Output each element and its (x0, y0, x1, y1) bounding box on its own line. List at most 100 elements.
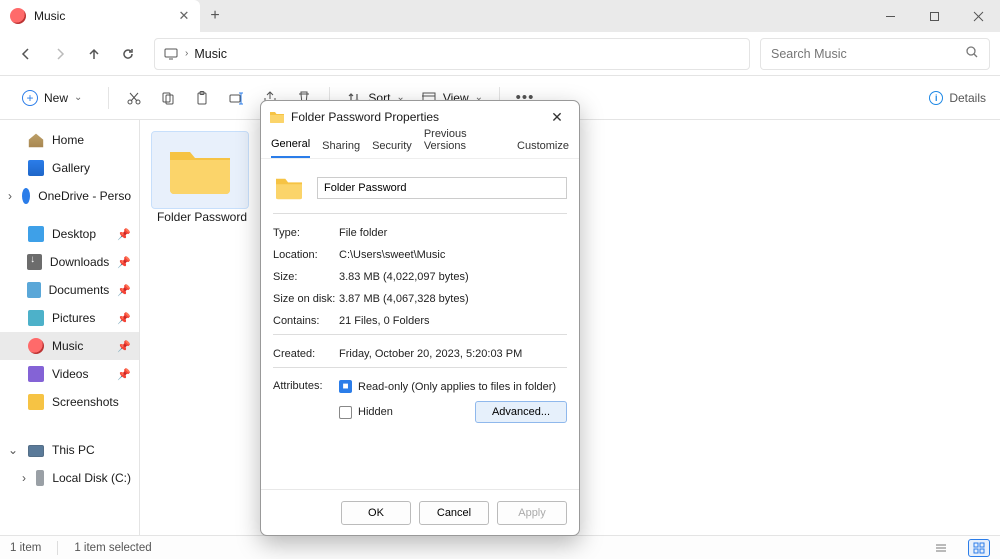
readonly-label: Read-only (Only applies to files in fold… (358, 381, 556, 393)
folder-icon (269, 110, 285, 124)
downloads-icon (27, 254, 42, 270)
info-icon: i (929, 91, 943, 105)
pin-icon: 📌 (117, 368, 131, 381)
tab-general[interactable]: General (271, 138, 310, 158)
tab-previous-versions[interactable]: Previous Versions (424, 128, 505, 158)
sidebar-item-pictures[interactable]: Pictures📌 (0, 304, 139, 332)
forward-button[interactable] (44, 38, 76, 70)
folder-icon (273, 175, 305, 201)
up-button[interactable] (78, 38, 110, 70)
details-label: Details (949, 91, 986, 105)
sidebar-item-gallery[interactable]: Gallery (0, 154, 139, 182)
sidebar-item-desktop[interactable]: Desktop📌 (0, 220, 139, 248)
status-bar: 1 item 1 item selected (0, 535, 1000, 559)
label-type: Type: (273, 227, 339, 239)
ok-button[interactable]: OK (341, 501, 411, 525)
music-icon (28, 338, 44, 354)
sidebar-item-onedrive[interactable]: ›OneDrive - Perso (0, 182, 139, 210)
chevron-down-icon[interactable]: ⌄ (8, 443, 20, 457)
label-attributes: Attributes: (273, 380, 339, 423)
sidebar-item-home[interactable]: Home (0, 126, 139, 154)
sidebar-item-localdisk[interactable]: ›Local Disk (C:) (0, 464, 139, 492)
folder-item-folder-password[interactable]: Folder Password (152, 132, 252, 224)
readonly-checkbox-row[interactable]: ■ Read-only (Only applies to files in fo… (339, 380, 567, 393)
value-size: 3.83 MB (4,022,097 bytes) (339, 271, 567, 283)
chevron-right-icon[interactable]: › (8, 189, 14, 203)
breadcrumb-music[interactable]: Music (194, 47, 227, 61)
search-box[interactable] (760, 38, 990, 70)
dialog-close-button[interactable]: ✕ (543, 109, 571, 126)
plus-icon: + (22, 90, 38, 106)
search-icon[interactable] (965, 45, 979, 62)
sidebar-item-downloads[interactable]: Downloads📌 (0, 248, 139, 276)
maximize-button[interactable] (912, 0, 956, 32)
close-window-button[interactable] (956, 0, 1000, 32)
search-input[interactable] (771, 47, 965, 61)
close-tab-icon[interactable]: ✕ (176, 8, 192, 24)
videos-icon (28, 366, 44, 382)
pin-icon: 📌 (117, 284, 131, 297)
nav-row: › Music (0, 32, 1000, 76)
minimize-button[interactable] (868, 0, 912, 32)
hidden-checkbox[interactable] (339, 406, 352, 419)
tab-security[interactable]: Security (372, 140, 412, 158)
gallery-icon (28, 160, 44, 176)
readonly-checkbox[interactable]: ■ (339, 380, 352, 393)
chevron-right-icon: › (185, 48, 188, 59)
cancel-button[interactable]: Cancel (419, 501, 489, 525)
view-list-button[interactable] (930, 539, 952, 557)
tab-music[interactable]: Music ✕ (0, 0, 200, 32)
label-location: Location: (273, 249, 339, 261)
tab-sharing[interactable]: Sharing (322, 140, 360, 158)
paste-button[interactable] (185, 81, 219, 115)
new-tab-button[interactable]: + (200, 7, 230, 25)
pin-icon: 📌 (117, 340, 131, 353)
disk-icon (36, 470, 44, 486)
label-size: Size: (273, 271, 339, 283)
new-button[interactable]: + New ⌄ (14, 86, 90, 110)
pin-icon: 📌 (117, 256, 131, 269)
dialog-titlebar[interactable]: Folder Password Properties ✕ (261, 101, 579, 133)
window-titlebar: Music ✕ + (0, 0, 1000, 32)
pin-icon: 📌 (117, 228, 131, 241)
value-location: C:\Users\sweet\Music (339, 249, 567, 261)
status-item-selected: 1 item selected (74, 542, 151, 554)
folder-label: Folder Password (152, 210, 252, 224)
advanced-button[interactable]: Advanced... (475, 401, 567, 423)
copy-button[interactable] (151, 81, 185, 115)
value-type: File folder (339, 227, 567, 239)
value-contains: 21 Files, 0 Folders (339, 315, 567, 327)
onedrive-icon (22, 188, 30, 204)
desktop-icon (28, 226, 44, 242)
refresh-button[interactable] (112, 38, 144, 70)
sidebar-item-thispc[interactable]: ⌄This PC (0, 436, 139, 464)
sidebar-item-videos[interactable]: Videos📌 (0, 360, 139, 388)
sidebar-item-music[interactable]: Music📌 (0, 332, 139, 360)
folder-name-input[interactable] (317, 177, 567, 199)
chevron-right-icon[interactable]: › (22, 471, 28, 485)
monitor-icon (163, 46, 179, 62)
pin-icon: 📌 (117, 312, 131, 325)
rename-button[interactable] (219, 81, 253, 115)
tab-customize[interactable]: Customize (517, 140, 569, 158)
back-button[interactable] (10, 38, 42, 70)
cut-button[interactable] (117, 81, 151, 115)
sidebar-item-documents[interactable]: Documents📌 (0, 276, 139, 304)
hidden-checkbox-row[interactable]: Hidden (339, 406, 393, 419)
apply-button[interactable]: Apply (497, 501, 567, 525)
view-icons-button[interactable] (968, 539, 990, 557)
documents-icon (27, 282, 41, 298)
dialog-tabs: General Sharing Security Previous Versio… (261, 133, 579, 159)
label-size-on-disk: Size on disk: (273, 293, 339, 305)
separator (108, 87, 109, 109)
home-icon (28, 132, 44, 148)
address-bar[interactable]: › Music (154, 38, 750, 70)
label-contains: Contains: (273, 315, 339, 327)
sidebar-item-screenshots[interactable]: Screenshots (0, 388, 139, 416)
pc-icon (28, 445, 44, 457)
new-label: New (44, 91, 68, 105)
value-size-on-disk: 3.87 MB (4,067,328 bytes) (339, 293, 567, 305)
navigation-sidebar: Home Gallery ›OneDrive - Perso Desktop📌 … (0, 120, 140, 535)
details-pane-button[interactable]: i Details (929, 91, 986, 105)
hidden-label: Hidden (358, 406, 393, 418)
